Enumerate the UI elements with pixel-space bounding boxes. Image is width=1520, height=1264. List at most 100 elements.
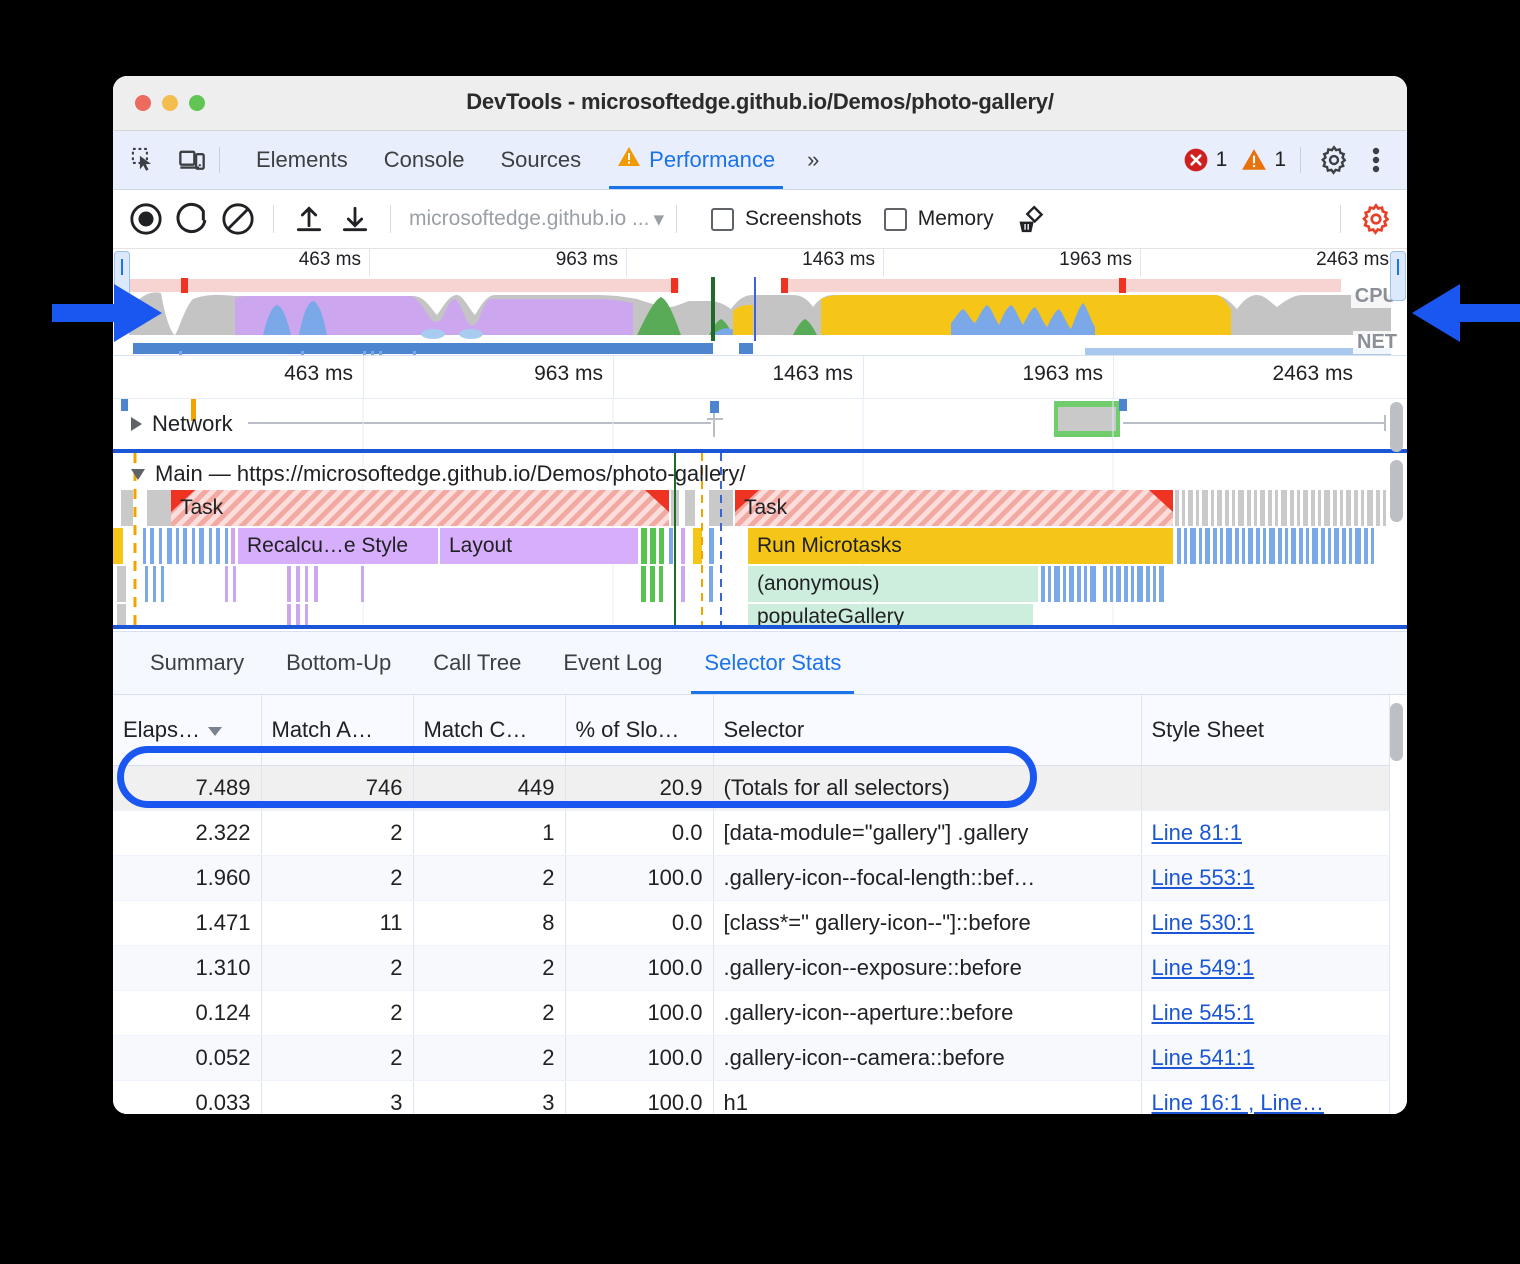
stylesheet-link[interactable]: Line 545:1 (1152, 1000, 1255, 1025)
screenshots-checkbox-box[interactable] (711, 208, 734, 231)
expand-triangle-icon[interactable] (131, 417, 142, 431)
memory-checkbox[interactable]: Memory (884, 207, 994, 231)
tab-performance[interactable]: Performance (599, 131, 793, 189)
flame-tick-label: 963 ms (534, 362, 611, 386)
device-toolbar-icon[interactable] (175, 143, 209, 177)
cell-match-count: 2 (413, 991, 565, 1036)
record-icon[interactable] (123, 196, 169, 242)
load-profile-icon[interactable] (286, 196, 332, 242)
cell-stylesheet[interactable]: Line 549:1 (1141, 946, 1389, 991)
cell-pct-slow: 100.0 (565, 1036, 713, 1081)
table-row-totals[interactable]: 7.489 746 449 20.9 (Totals for all selec… (113, 766, 1389, 811)
stylesheet-link[interactable]: Line 553:1 (1152, 865, 1255, 890)
tab-elements[interactable]: Elements (238, 131, 366, 189)
gear-icon[interactable] (1315, 141, 1353, 179)
tab-summary-label: Summary (150, 650, 244, 676)
more-options-icon[interactable] (1357, 141, 1395, 179)
flame-tick-label: 1963 ms (1022, 362, 1111, 386)
tabbar-divider (219, 147, 220, 173)
warning-count-badge[interactable]: 1 (1241, 148, 1286, 172)
overview-right-handle[interactable] (1390, 251, 1406, 301)
tab-summary[interactable]: Summary (129, 632, 265, 694)
collapse-triangle-icon[interactable] (131, 469, 145, 480)
flame-bar-task-1[interactable]: Task (171, 490, 669, 526)
cell-pct-slow: 100.0 (565, 856, 713, 901)
tab-console[interactable]: Console (366, 131, 483, 189)
flame-tick-label: 463 ms (284, 362, 361, 386)
network-track[interactable]: Network (113, 399, 1407, 449)
net-track-label: NET (1353, 331, 1401, 354)
table-row[interactable]: 1.471 11 8 0.0 [class*=" gallery-icon--"… (113, 901, 1389, 946)
collect-garbage-icon[interactable] (1008, 196, 1054, 242)
sort-descending-caret-icon[interactable] (208, 727, 222, 736)
detail-tabs: Summary Bottom-Up Call Tree Event Log Se… (113, 631, 1407, 695)
tab-selector-stats[interactable]: Selector Stats (683, 632, 862, 694)
cell-match-count: 2 (413, 946, 565, 991)
stylesheet-link[interactable]: Line 530:1 (1152, 910, 1255, 935)
warning-count-label: 1 (1274, 148, 1286, 172)
tab-call-tree[interactable]: Call Tree (412, 632, 542, 694)
column-header-pct-slow[interactable]: % of Slo… (565, 695, 713, 766)
save-profile-icon[interactable] (332, 196, 378, 242)
table-row[interactable]: 2.322 2 1 0.0 [data-module="gallery"] .g… (113, 811, 1389, 856)
network-track-title[interactable]: Network (131, 411, 233, 437)
inspect-element-icon[interactable] (127, 143, 161, 177)
tab-event-log-label: Event Log (563, 650, 662, 676)
table-row[interactable]: 0.033 3 3 100.0 h1 Line 16:1 , Line… (113, 1081, 1389, 1115)
flame-bar-recalculate-style[interactable]: Recalcu…e Style (238, 528, 438, 564)
table-row[interactable]: 1.310 2 2 100.0 .gallery-icon--exposure:… (113, 946, 1389, 991)
cell-pct-slow: 20.9 (565, 766, 713, 811)
cell-stylesheet[interactable]: Line 530:1 (1141, 901, 1389, 946)
timeline-overview[interactable]: 463 ms 963 ms 1463 ms 1963 ms 2463 ms (113, 249, 1407, 356)
tab-bottom-up[interactable]: Bottom-Up (265, 632, 412, 694)
flame-tick-label: 2463 ms (1272, 362, 1361, 386)
cell-stylesheet[interactable]: Line 16:1 , Line… (1141, 1081, 1389, 1115)
table-row[interactable]: 0.124 2 2 100.0 .gallery-icon--aperture:… (113, 991, 1389, 1036)
table-row[interactable]: 1.960 2 2 100.0 .gallery-icon--focal-len… (113, 856, 1389, 901)
cell-match-count: 2 (413, 856, 565, 901)
stylesheet-link[interactable]: Line 16:1 , Line… (1152, 1090, 1324, 1114)
flame-scrollbar-main[interactable] (1390, 460, 1403, 522)
cell-stylesheet[interactable]: Line 541:1 (1141, 1036, 1389, 1081)
devtools-tabbar: Elements Console Sources (113, 131, 1407, 190)
stylesheet-link[interactable]: Line 549:1 (1152, 955, 1255, 980)
table-row[interactable]: 0.052 2 2 100.0 .gallery-icon--camera::b… (113, 1036, 1389, 1081)
flame-bar-layout[interactable]: Layout (440, 528, 620, 564)
main-track-title[interactable]: Main — https://microsoftedge.github.io/D… (131, 461, 746, 487)
flame-chart-area[interactable]: 463 ms 963 ms 1463 ms 1963 ms 2463 ms (113, 356, 1407, 631)
cell-selector: .gallery-icon--exposure::before (713, 946, 1141, 991)
stylesheet-link[interactable]: Line 541:1 (1152, 1045, 1255, 1070)
memory-checkbox-box[interactable] (884, 208, 907, 231)
column-header-stylesheet[interactable]: Style Sheet (1141, 695, 1389, 766)
cell-stylesheet[interactable]: Line 553:1 (1141, 856, 1389, 901)
tab-event-log[interactable]: Event Log (542, 632, 683, 694)
cell-pct-slow: 0.0 (565, 901, 713, 946)
main-thread-track[interactable]: Main — https://microsoftedge.github.io/D… (113, 453, 1407, 629)
error-count-badge[interactable]: 1 (1183, 147, 1228, 173)
flame-scrollbar-top[interactable] (1390, 402, 1403, 452)
column-header-elapsed[interactable]: Elaps… (113, 695, 261, 766)
capture-settings-gear-icon[interactable] (1353, 196, 1399, 242)
recording-url-select[interactable]: microsoftedge.github.io ... ▾ (409, 207, 664, 232)
cell-stylesheet[interactable]: Line 545:1 (1141, 991, 1389, 1036)
flame-bar-anonymous[interactable]: (anonymous) (748, 566, 1038, 602)
column-header-selector[interactable]: Selector (713, 695, 1141, 766)
tab-sources[interactable]: Sources (482, 131, 599, 189)
column-header-match-attempts[interactable]: Match A… (261, 695, 413, 766)
more-tabs-chevron-icon[interactable]: » (793, 147, 831, 173)
clear-recording-icon[interactable] (215, 196, 261, 242)
screenshots-checkbox[interactable]: Screenshots (711, 207, 862, 231)
toolbar-divider-3 (676, 205, 677, 233)
cell-match-attempts: 2 (261, 811, 413, 856)
cell-selector: .gallery-icon--camera::before (713, 1036, 1141, 1081)
memory-label: Memory (918, 207, 994, 231)
flame-bar-task-2[interactable]: Task (735, 490, 1173, 526)
column-header-match-count[interactable]: Match C… (413, 695, 565, 766)
flame-bar-run-microtasks[interactable]: Run Microtasks (748, 528, 1173, 564)
selector-stats-table-wrap[interactable]: Elaps… Match A… Match C… % of Slo… Selec (113, 695, 1407, 1114)
stylesheet-link[interactable]: Line 81:1 (1152, 820, 1243, 845)
table-scrollbar[interactable] (1390, 703, 1403, 761)
reload-and-record-icon[interactable] (169, 196, 215, 242)
devtools-window: DevTools - microsoftedge.github.io/Demos… (113, 76, 1407, 1114)
cell-stylesheet[interactable]: Line 81:1 (1141, 811, 1389, 856)
